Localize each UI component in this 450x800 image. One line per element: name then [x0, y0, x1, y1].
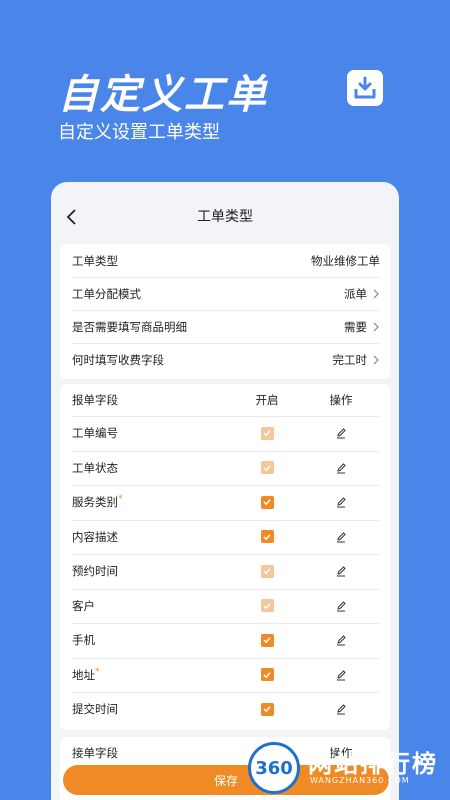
field-row: 工单编号 — [60, 417, 390, 449]
field-name-text: 服务类别 — [72, 495, 118, 509]
field-name-text: 预约时间 — [72, 564, 118, 578]
watermark-text: 网站排行榜 — [308, 750, 438, 778]
field-name: 提交时间 — [72, 701, 118, 717]
required-mark: * — [95, 666, 100, 677]
field-name-text: 手机 — [72, 633, 95, 647]
edit-icon[interactable] — [326, 565, 356, 577]
accept-fields-title: 接单字段 — [72, 746, 118, 760]
field-name: 手机 — [72, 632, 95, 648]
field-name: 工单状态 — [72, 460, 118, 476]
field-toggle — [252, 564, 282, 578]
checkbox[interactable] — [260, 668, 274, 681]
settings-value-text: 需要 — [344, 320, 367, 334]
watermark-logo: 360 网站排行榜 WANGZHAN360.COM — [248, 738, 450, 800]
settings-label: 工单分配模式 — [72, 287, 141, 301]
field-row: 客户 — [60, 590, 390, 622]
field-toggle — [252, 495, 282, 509]
required-mark: * — [118, 494, 123, 504]
field-row: 手机 — [60, 624, 390, 656]
field-name-text: 客户 — [72, 598, 95, 613]
logo-360: 360 — [248, 742, 300, 794]
field-row: 提交时间 — [60, 693, 390, 725]
field-row: 内容描述 — [60, 521, 390, 553]
field-toggle — [252, 426, 282, 440]
field-toggle — [252, 530, 282, 543]
field-toggle — [252, 599, 282, 612]
settings-value: 完工时 — [333, 352, 381, 368]
field-toggle — [252, 702, 282, 716]
settings-row[interactable]: 何时填写收费字段 完工时 — [60, 344, 390, 376]
field-toggle — [252, 461, 282, 474]
checkbox — [260, 426, 274, 440]
fields-title: 报单字段 — [72, 393, 118, 407]
settings-row[interactable]: 是否需要填写商品明细 需要 — [60, 311, 390, 343]
open-header: 开启 — [255, 393, 279, 407]
field-row: 工单状态 — [60, 452, 390, 484]
chevron-right-icon — [373, 355, 379, 365]
field-toggle — [252, 668, 282, 681]
checkbox — [260, 599, 274, 612]
settings-row[interactable]: 工单分配模式 派单 — [60, 278, 390, 310]
settings-label: 工单类型 — [72, 254, 118, 268]
fields-header: 报单字段 开启 操作 — [60, 384, 390, 416]
checkbox — [260, 564, 274, 578]
op-header: 操作 — [329, 393, 353, 407]
field-name: 地址* — [72, 667, 100, 683]
field-toggle — [252, 633, 282, 647]
settings-value-text: 完工时 — [332, 353, 368, 367]
phone-screen: 工单类型 工单类型 物业维修工单 工单分配模式 派单 是否需要填写商品明细 需要 何时填写收… — [51, 182, 399, 800]
edit-icon[interactable] — [326, 634, 356, 646]
checkbox[interactable] — [260, 702, 274, 716]
field-name: 预约时间 — [72, 563, 118, 579]
field-row: 地址* — [60, 659, 390, 691]
settings-value: 派单 — [344, 286, 380, 302]
download-tray-icon[interactable] — [347, 70, 383, 106]
page-title: 工单类型 — [197, 209, 253, 225]
edit-icon[interactable] — [326, 427, 356, 439]
settings-label: 何时填写收费字段 — [72, 353, 164, 367]
field-name: 工单编号 — [72, 425, 118, 441]
field-name-text: 内容描述 — [72, 529, 118, 544]
chevron-right-icon — [373, 289, 379, 299]
field-name-text: 工单状态 — [72, 460, 118, 475]
checkbox[interactable] — [260, 495, 274, 509]
checkbox — [260, 461, 274, 474]
field-name-text: 提交时间 — [72, 702, 118, 716]
field-name-text: 工单编号 — [72, 426, 118, 440]
settings-value: 物业维修工单 — [311, 253, 380, 269]
field-name: 内容描述 — [72, 529, 118, 545]
edit-icon[interactable] — [326, 669, 356, 681]
field-name: 服务类别* — [72, 494, 123, 510]
edit-icon[interactable] — [326, 531, 356, 543]
field-row: 预约时间 — [60, 555, 390, 587]
settings-panel: 工单类型 物业维修工单工单分配模式 派单是否需要填写商品明细 需要何时填写收费字段 完工… — [60, 244, 390, 379]
edit-icon[interactable] — [326, 703, 356, 715]
settings-label: 是否需要填写商品明细 — [72, 320, 187, 334]
nav-bar: 工单类型 — [51, 182, 399, 252]
hero-subtitle: 自定义设置工单类型 — [58, 122, 220, 143]
settings-value-text: 物业维修工单 — [311, 254, 380, 268]
settings-value-text: 派单 — [344, 287, 367, 301]
edit-icon[interactable] — [326, 600, 356, 612]
field-row: 服务类别* — [60, 486, 390, 518]
watermark-sub: WANGZHAN360.COM — [310, 776, 410, 785]
checkbox[interactable] — [260, 633, 274, 647]
settings-value: 需要 — [344, 319, 380, 335]
field-name: 客户 — [72, 598, 95, 614]
chevron-right-icon — [373, 322, 379, 332]
edit-icon[interactable] — [326, 462, 356, 474]
edit-icon[interactable] — [326, 496, 356, 508]
checkbox[interactable] — [260, 530, 274, 543]
settings-row: 工单类型 物业维修工单 — [60, 245, 390, 277]
report-fields-panel: 报单字段 开启 操作 工单编号 工单状态 服务类别* 内容描述 预约时间 客户 手机 地址* 提交时间 — [60, 384, 390, 730]
hero-title: 自定义工单 — [58, 72, 268, 118]
field-name-text: 地址 — [72, 667, 95, 682]
